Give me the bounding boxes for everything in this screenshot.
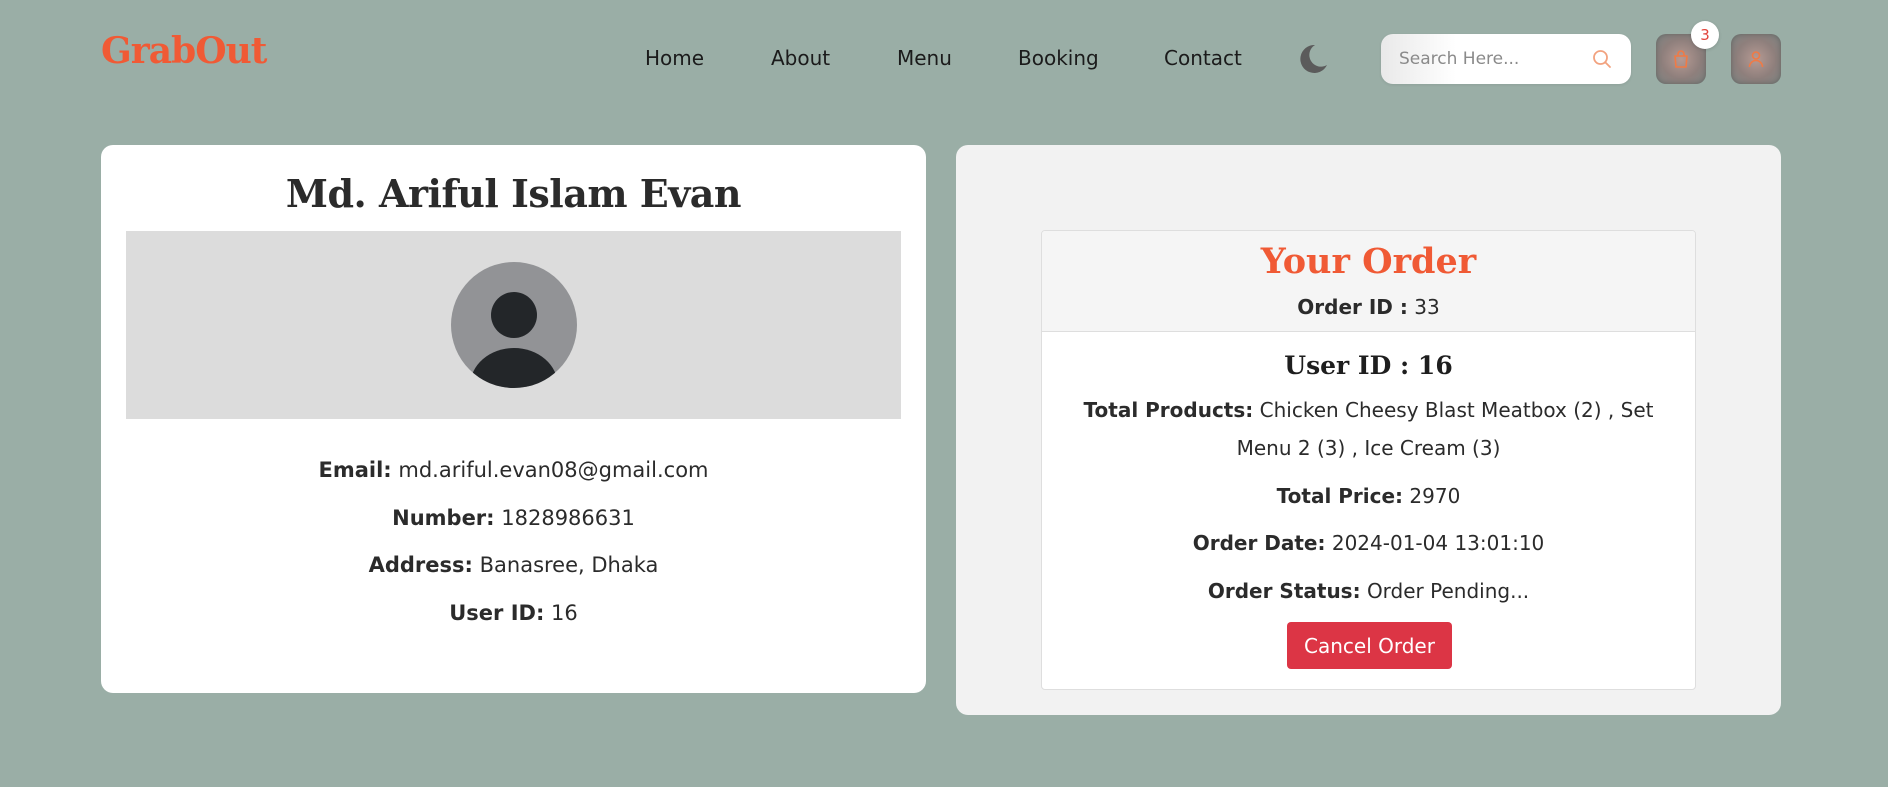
order-id: Order ID : 33 xyxy=(1042,295,1695,319)
address-value: Banasree, Dhaka xyxy=(479,553,659,577)
order-id-value: 33 xyxy=(1414,295,1440,319)
order-header: Your Order Order ID : 33 xyxy=(1042,231,1695,332)
order-id-label: Order ID : xyxy=(1297,295,1408,319)
profile-name: Md. Ariful Islam Evan xyxy=(285,171,742,216)
profile-card: Md. Ariful Islam Evan Email: md.ariful.e… xyxy=(101,145,926,693)
bag-icon xyxy=(1674,50,1688,68)
search-box xyxy=(1381,34,1631,84)
order-date-label: Order Date: xyxy=(1192,531,1326,555)
order-date-value: 2024-01-04 13:01:10 xyxy=(1331,531,1545,555)
order-status: Order Status: Order Pending... xyxy=(1062,572,1675,610)
profile-number: Number: 1828986631 xyxy=(101,506,926,530)
site-header: GrabOut Home About Menu Booking Contact … xyxy=(0,0,1888,118)
search-icon[interactable] xyxy=(1591,48,1613,70)
number-label: Number: xyxy=(392,506,495,530)
search-input[interactable] xyxy=(1399,46,1579,72)
moon-icon[interactable] xyxy=(1296,42,1330,76)
order-total-products: Total Products: Chicken Cheesy Blast Mea… xyxy=(1062,391,1675,467)
total-products-label: Total Products: xyxy=(1083,398,1254,422)
cancel-order-button[interactable]: Cancel Order xyxy=(1287,622,1452,669)
order-status-label: Order Status: xyxy=(1207,579,1361,603)
account-button[interactable] xyxy=(1731,34,1781,84)
total-price-label: Total Price: xyxy=(1276,484,1404,508)
nav-contact-link[interactable]: Contact xyxy=(1164,46,1242,70)
order-status-value: Order Pending... xyxy=(1366,579,1530,603)
user-id-label: User ID: xyxy=(449,601,545,625)
avatar-placeholder-icon xyxy=(451,262,577,388)
avatar-banner xyxy=(126,231,901,419)
order-title: Your Order xyxy=(1260,241,1477,282)
profile-user-id: User ID: 16 xyxy=(101,601,926,625)
user-icon xyxy=(1748,51,1764,68)
order-date: Order Date: 2024-01-04 13:01:10 xyxy=(1062,524,1675,562)
email-value: md.ariful.evan08@gmail.com xyxy=(398,458,709,482)
address-label: Address: xyxy=(368,553,473,577)
order-total-price: Total Price: 2970 xyxy=(1062,477,1675,515)
email-label: Email: xyxy=(318,458,392,482)
number-value: 1828986631 xyxy=(501,506,635,530)
profile-address: Address: Banasree, Dhaka xyxy=(101,553,926,577)
order-details-box: Your Order Order ID : 33 User ID : 16 To… xyxy=(1041,230,1696,690)
avatar xyxy=(451,262,577,388)
nav-home-link[interactable]: Home xyxy=(645,46,704,70)
profile-email: Email: md.ariful.evan08@gmail.com xyxy=(101,458,926,482)
nav-booking-link[interactable]: Booking xyxy=(1018,46,1099,70)
total-products-value: Chicken Cheesy Blast Meatbox (2) , Set M… xyxy=(1236,398,1654,460)
user-id-value: 16 xyxy=(551,601,578,625)
cart-count-badge: 3 xyxy=(1691,21,1719,49)
order-card: Your Order Order ID : 33 User ID : 16 To… xyxy=(956,145,1781,715)
total-price-value: 2970 xyxy=(1409,484,1461,508)
nav-menu-link[interactable]: Menu xyxy=(897,46,952,70)
order-user-id-heading: User ID : 16 xyxy=(1284,351,1453,380)
nav-about-link[interactable]: About xyxy=(771,46,830,70)
